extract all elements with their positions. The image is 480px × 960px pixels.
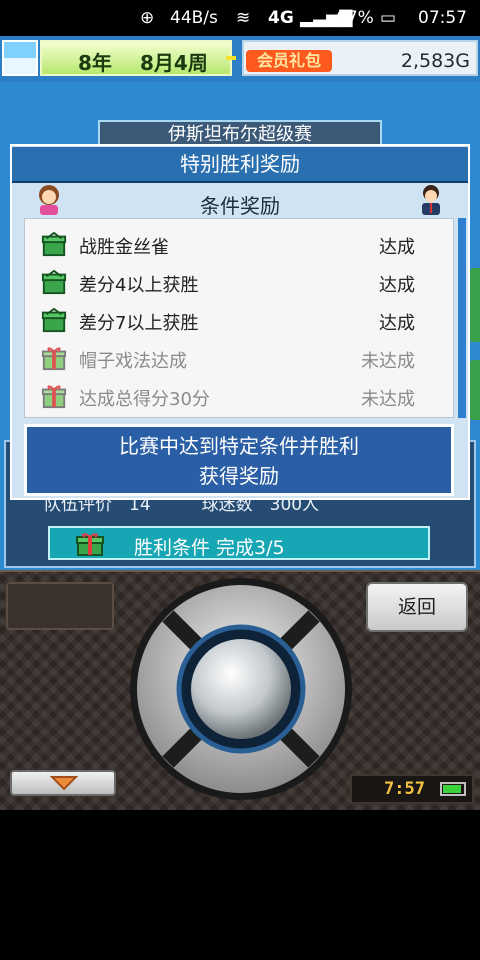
- mini-screen: [6, 582, 114, 630]
- condition-name: 达成总得分30分: [79, 389, 210, 410]
- game-clock: 7:57: [384, 779, 425, 799]
- red-gift-box-icon: [41, 385, 67, 409]
- data-saver-icon: ⊕: [140, 8, 155, 28]
- battery-icon: [440, 782, 466, 796]
- description-line-1: 比赛中达到特定条件并胜利: [119, 434, 359, 458]
- month-week-label: 8月4周: [140, 51, 208, 75]
- list-item: 帽子戏法达成 未达成: [25, 339, 453, 377]
- battery-icon: ▭: [380, 8, 397, 28]
- vip-gift-button[interactable]: 会员礼包: [246, 50, 332, 72]
- dialog-title: 特别胜利奖励: [12, 147, 468, 183]
- list-item: 差分4以上获胜 达成: [25, 263, 453, 301]
- description-line-2: 获得奖励: [199, 464, 279, 488]
- dpad-controller[interactable]: [128, 576, 354, 802]
- list-item: 战胜金丝雀 达成: [25, 225, 453, 263]
- red-gift-box-icon: [41, 347, 67, 371]
- condition-status: 未达成: [361, 389, 415, 410]
- condition-name: 差分7以上获胜: [79, 313, 199, 334]
- green-gift-box-icon: [41, 231, 67, 257]
- condition-name: 差分4以上获胜: [79, 275, 199, 296]
- female-coach-avatar-icon: [39, 185, 59, 215]
- dialog-subtitle: 条件奖励: [200, 194, 280, 218]
- green-gift-box-icon: [41, 269, 67, 295]
- male-coach-avatar-icon: [422, 185, 440, 215]
- condition-name: 战胜金丝雀: [79, 237, 169, 258]
- condition-status: 达成: [379, 237, 415, 258]
- list-scrollbar[interactable]: [458, 218, 466, 418]
- conditions-list: 战胜金丝雀 达成 差分4以上获胜 达成 差分7以上获胜 达成 帽子戏法达成 未达…: [24, 218, 454, 418]
- condition-status: 达成: [379, 313, 415, 334]
- list-item: 差分7以上获胜 达成: [25, 301, 453, 339]
- win-conditions-label: 胜利条件 完成3/5: [134, 537, 285, 559]
- wifi-icon: ≋: [236, 8, 251, 28]
- money-amount: 2,583G: [400, 50, 470, 72]
- clock-time: 07:57: [418, 8, 467, 28]
- status-bar: ⊕ 44B/s ≋ 4G ▂▃▅▇ 67% ▭ 07:57: [0, 0, 480, 36]
- back-button[interactable]: 返回: [366, 582, 468, 632]
- triangle-down-icon: [50, 776, 78, 791]
- win-conditions-button[interactable]: 胜利条件 完成3/5: [48, 526, 430, 560]
- battery-percent: 67%: [336, 8, 374, 28]
- date-display: 8年 8月4周: [40, 40, 236, 76]
- green-gift-box-icon: [76, 533, 104, 556]
- date-pin-decoration: [226, 56, 236, 60]
- year-label: 8年: [78, 51, 112, 75]
- network-type: 4G: [268, 8, 294, 28]
- network-speed: 44B/s: [170, 8, 218, 28]
- condition-name: 帽子戏法达成: [79, 351, 187, 372]
- green-gift-box-icon: [41, 307, 67, 333]
- stadium-thumbnail[interactable]: [2, 40, 38, 76]
- scroll-down-button[interactable]: [10, 770, 116, 796]
- reward-description: 比赛中达到特定条件并胜利 获得奖励: [24, 424, 454, 496]
- condition-status: 未达成: [361, 351, 415, 372]
- list-item: 达成总得分30分 未达成: [25, 377, 453, 415]
- condition-status: 达成: [379, 275, 415, 296]
